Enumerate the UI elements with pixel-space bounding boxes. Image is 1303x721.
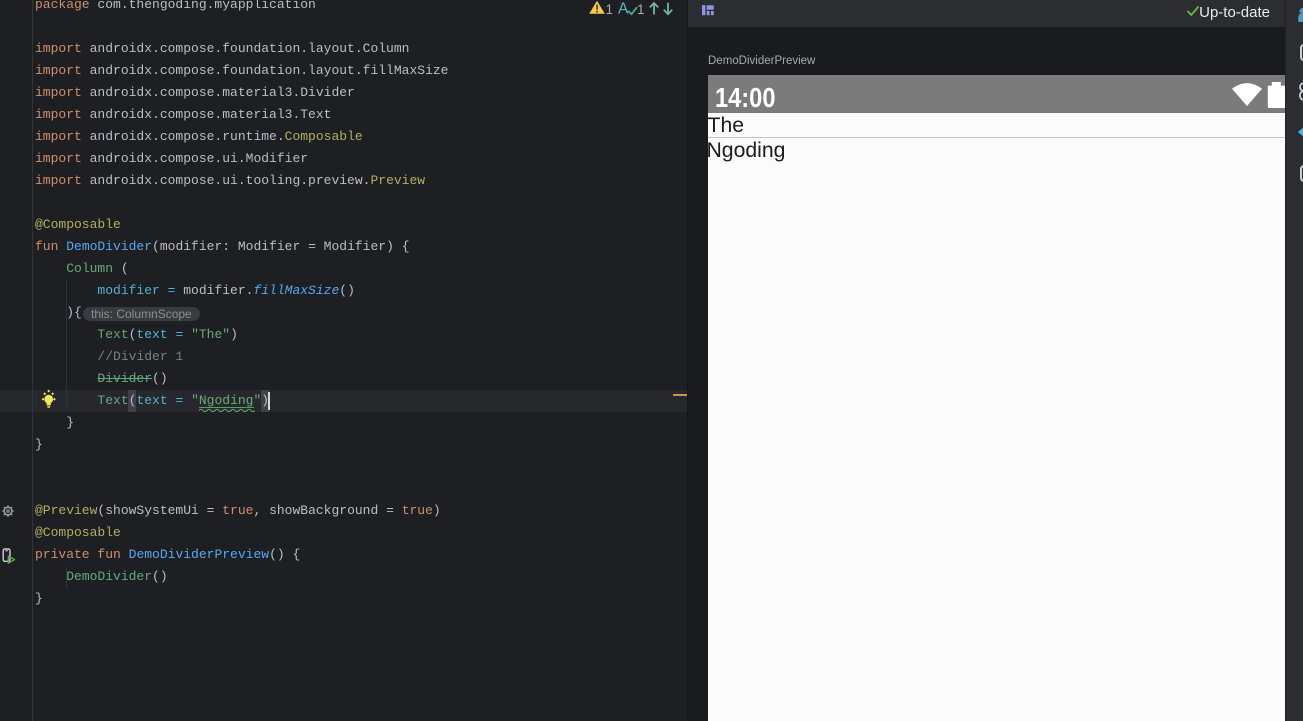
svg-text:1: 1 — [637, 2, 645, 17]
svg-text:A: A — [618, 0, 629, 17]
svg-text:1: 1 — [606, 2, 614, 17]
